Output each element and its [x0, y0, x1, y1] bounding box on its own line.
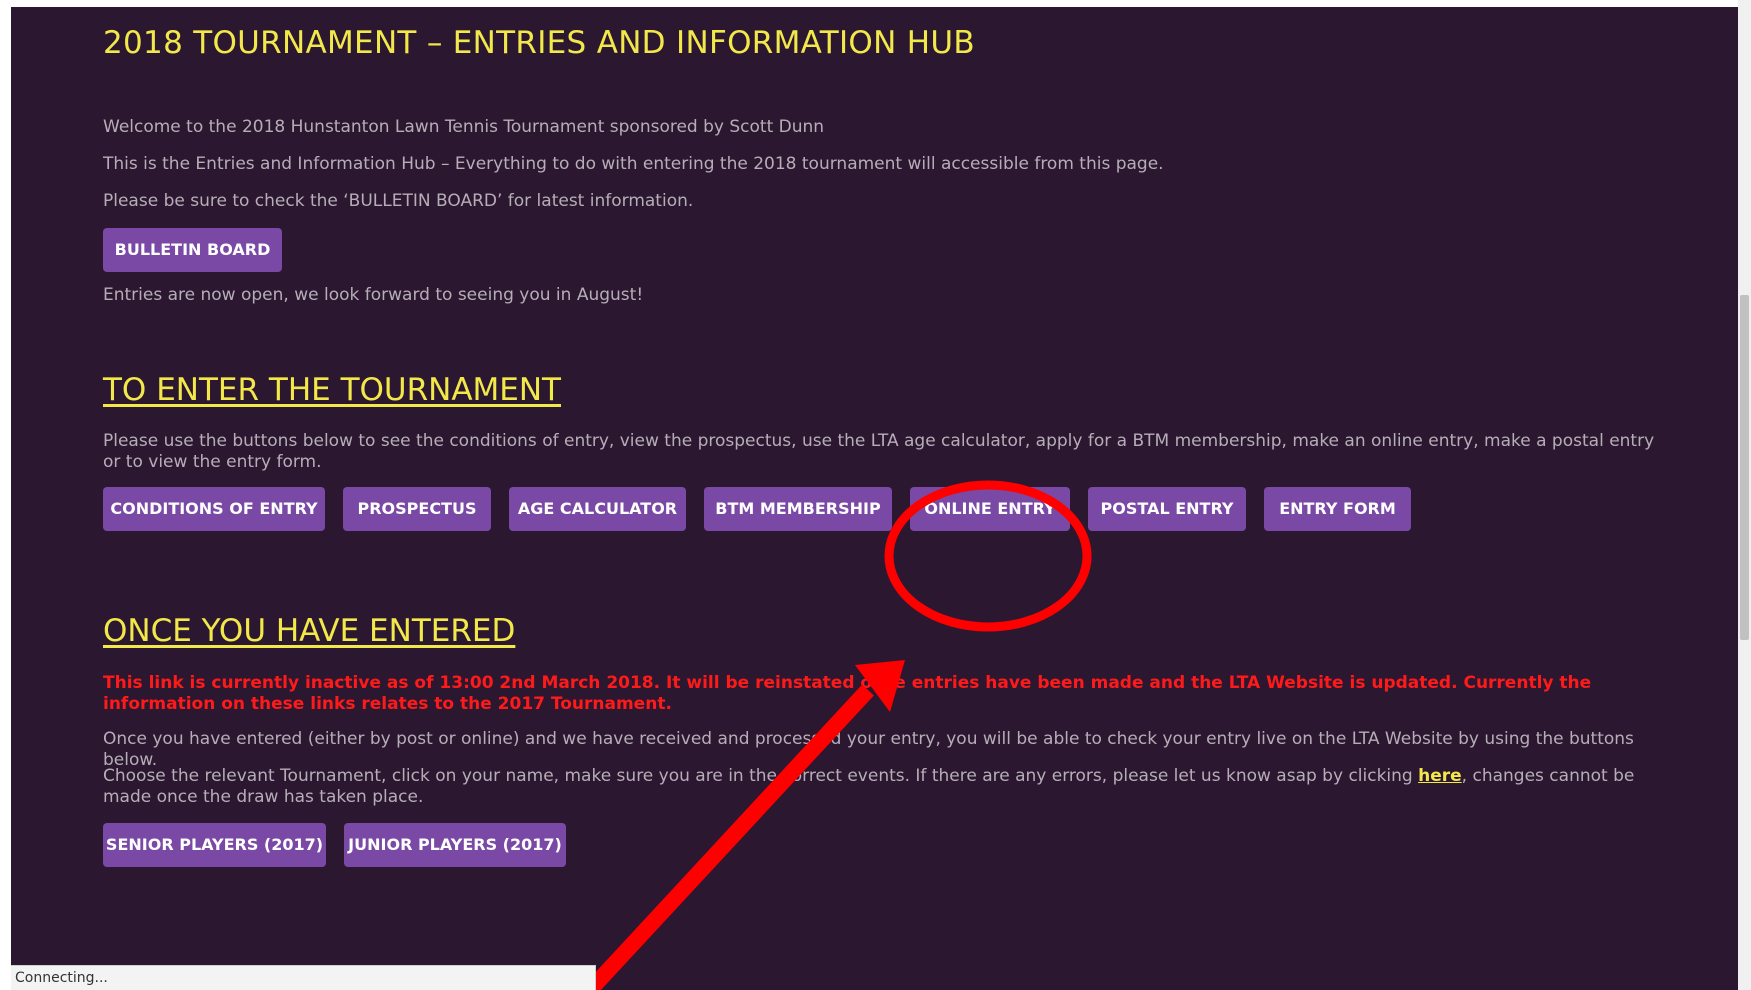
entry-form-button[interactable]: ENTRY FORM: [1264, 487, 1411, 531]
online-entry-button[interactable]: ONLINE ENTRY: [910, 487, 1070, 531]
bulletin-board-button[interactable]: BULLETIN BOARD: [103, 228, 282, 272]
conditions-of-entry-button[interactable]: CONDITIONS OF ENTRY: [103, 487, 325, 531]
once-entered-info: Once you have entered (either by post or…: [103, 729, 1634, 770]
errors-text-before: Choose the relevant Tournament, click on…: [103, 766, 1419, 786]
web-page: 2018 TOURNAMENT – ENTRIES AND INFORMATIO…: [11, 7, 1738, 990]
vertical-scrollbar[interactable]: [1738, 0, 1751, 990]
btm-membership-button[interactable]: BTM MEMBERSHIP: [704, 487, 892, 531]
prospectus-button[interactable]: PROSPECTUS: [343, 487, 491, 531]
inactive-link-warning: This link is currently inactive as of 13…: [103, 673, 1592, 714]
intro-welcome: Welcome to the 2018 Hunstanton Lawn Tenn…: [103, 117, 825, 137]
senior-players-button[interactable]: SENIOR PLAYERS (2017): [103, 823, 326, 867]
enter-tournament-heading: TO ENTER THE TOURNAMENT: [103, 372, 561, 408]
entries-open-text: Entries are now open, we look forward to…: [103, 285, 644, 305]
intro-hub-info: This is the Entries and Information Hub …: [103, 154, 1164, 174]
junior-players-button[interactable]: JUNIOR PLAYERS (2017): [344, 823, 566, 867]
intro-bulletin-note: Please be sure to check the ‘BULLETIN BO…: [103, 191, 694, 211]
status-bar: Connecting...: [11, 965, 596, 990]
once-entered-heading: ONCE YOU HAVE ENTERED: [103, 613, 516, 649]
page-title: 2018 TOURNAMENT – ENTRIES AND INFORMATIO…: [103, 25, 975, 61]
age-calculator-button[interactable]: AGE CALCULATOR: [509, 487, 686, 531]
here-link[interactable]: here: [1418, 766, 1462, 786]
enter-description: Please use the buttons below to see the …: [103, 431, 1655, 472]
scrollbar-thumb[interactable]: [1740, 295, 1749, 640]
errors-instructions: Choose the relevant Tournament, click on…: [103, 766, 1663, 808]
postal-entry-button[interactable]: POSTAL ENTRY: [1088, 487, 1246, 531]
